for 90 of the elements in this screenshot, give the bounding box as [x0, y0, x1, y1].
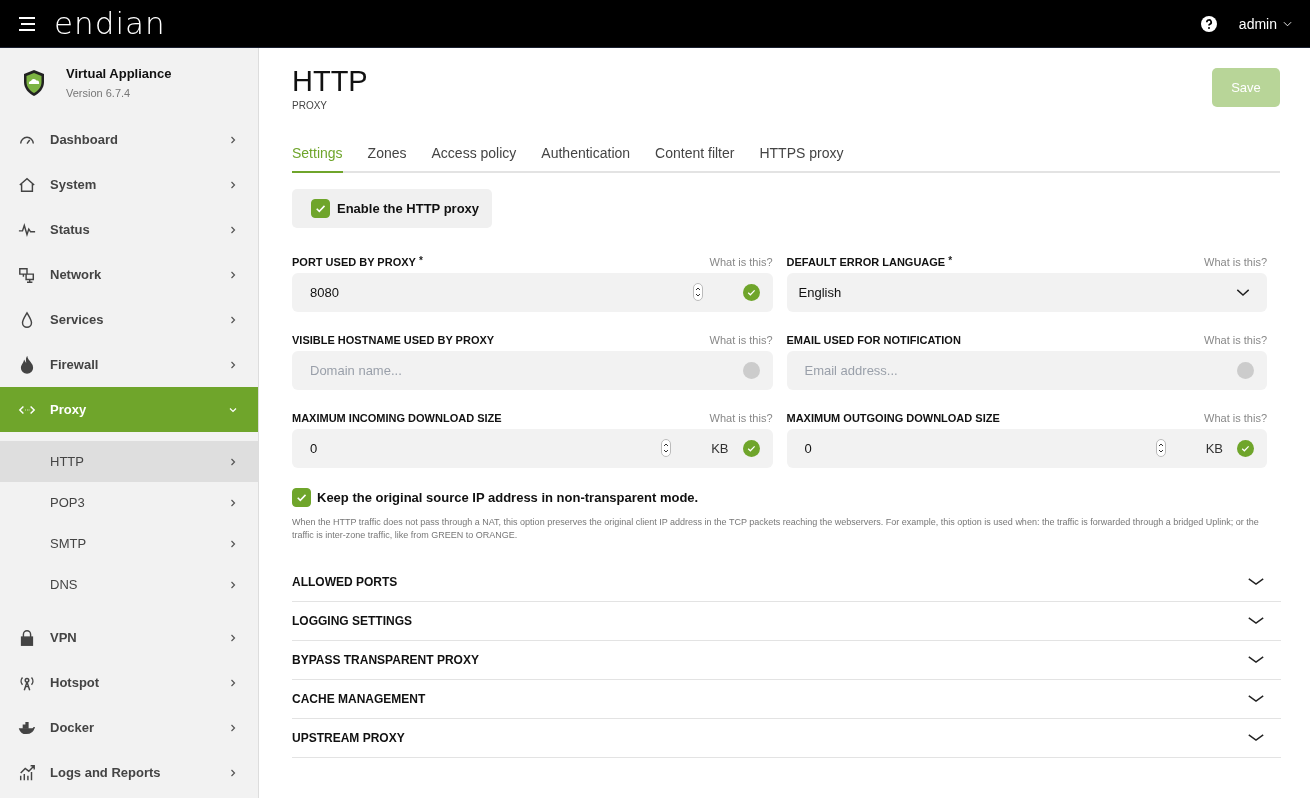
field-label: VISIBLE HOSTNAME USED BY PROXY — [292, 333, 495, 346]
required-mark: * — [418, 255, 423, 266]
input-field[interactable]: 8080 — [292, 272, 773, 312]
sidebar-subitem[interactable]: DNS — [0, 564, 258, 605]
chevron-icon — [228, 538, 238, 549]
chevron-down-icon — [1236, 287, 1250, 297]
option-description: When the HTTP traffic does not pass through a NAT, this option preserves the original client IP address in the TCP packets reaching the webservers. For example, this option is used when: the traffic is forwarded through a bridged Uplink; or the traffic is inter-zone traffic, like from GREEN to ORANGE. — [292, 515, 1260, 543]
sidebar-item[interactable]: Dashboard — [0, 117, 258, 162]
chevron-icon — [228, 497, 238, 508]
sidebar-item[interactable]: System — [0, 162, 258, 207]
chevron-down-icon — [1247, 655, 1265, 665]
user-menu[interactable]: admin — [1238, 15, 1292, 32]
tab[interactable]: HTTPS proxy — [759, 144, 844, 173]
tab[interactable]: Access policy — [431, 144, 517, 173]
sidebar-item[interactable]: VPN — [0, 615, 258, 660]
collapsible-section[interactable]: CACHE MANAGEMENT — [292, 679, 1281, 719]
collapsible-section[interactable]: BYPASS TRANSPARENT PROXY — [292, 640, 1281, 680]
field-label: MAXIMUM INCOMING DOWNLOAD SIZE — [292, 411, 502, 424]
chevron-icon — [228, 722, 238, 733]
input-value[interactable]: 0 — [308, 428, 652, 468]
chart-icon — [18, 763, 36, 782]
help-link[interactable]: What is this? — [709, 333, 773, 346]
tab[interactable]: Content filter — [655, 144, 735, 173]
field-label: DEFAULT ERROR LANGUAGE — [786, 255, 946, 268]
sidebar-item[interactable]: Services — [0, 297, 258, 342]
help-link[interactable]: What is this? — [1204, 255, 1267, 268]
shield-icon — [22, 68, 46, 97]
unit-label: KB — [1205, 440, 1223, 456]
sidebar-item[interactable]: Hotspot — [0, 660, 258, 705]
sidebar-subitem[interactable]: HTTP — [0, 441, 258, 482]
chevron-down-icon — [1247, 616, 1265, 626]
chevron-down-icon — [1247, 694, 1265, 704]
chevron-icon — [228, 179, 238, 190]
sidebar-item[interactable]: Firewall — [0, 342, 258, 387]
sidebar-item[interactable]: Status — [0, 207, 258, 252]
chevron-icon — [228, 579, 238, 590]
field-label: MAXIMUM OUTGOING DOWNLOAD SIZE — [786, 411, 1000, 424]
spinner-icon[interactable] — [1155, 439, 1166, 458]
field-label: PORT USED BY PROXY — [292, 255, 416, 268]
spinner-icon[interactable] — [692, 283, 703, 302]
help-link[interactable]: What is this? — [1204, 411, 1267, 424]
sidebar-item[interactable]: Docker — [0, 705, 258, 750]
product-version: Version 6.7.4 — [66, 87, 132, 99]
collapsible-section[interactable]: LOGGING SETTINGS — [292, 601, 1281, 641]
tab[interactable]: Authentication — [541, 144, 631, 173]
flame-icon — [18, 355, 36, 374]
help-icon[interactable] — [1200, 15, 1217, 32]
tab[interactable]: Zones — [367, 144, 407, 173]
input-value[interactable]: 0 — [802, 428, 1146, 468]
sidebar-subitem[interactable]: SMTP — [0, 523, 258, 564]
chevron-icon — [228, 359, 238, 370]
chevron-icon — [228, 314, 238, 325]
chevron-icon — [228, 134, 238, 145]
input-field[interactable]: 0 KB — [292, 428, 773, 468]
required-mark: * — [948, 255, 953, 266]
chevron-icon — [228, 456, 238, 467]
chevron-down-icon — [1247, 577, 1265, 587]
sidebar-item[interactable]: Network — [0, 252, 258, 297]
checkbox[interactable] — [292, 487, 311, 507]
help-link[interactable]: What is this? — [709, 411, 773, 424]
logo[interactable]: endian — [54, 8, 166, 39]
collapsible-section[interactable]: UPSTREAM PROXY — [292, 718, 1281, 758]
chevron-icon — [228, 677, 238, 688]
dropdown[interactable]: English — [786, 272, 1267, 312]
house-icon — [18, 175, 36, 194]
spinner-icon[interactable] — [661, 439, 672, 458]
checkbox[interactable] — [311, 198, 330, 218]
input-value[interactable]: 8080 — [308, 272, 683, 312]
collapsible-section[interactable]: ALLOWED PORTS — [292, 562, 1281, 602]
help-link[interactable]: What is this? — [709, 255, 773, 268]
chevron-icon — [228, 767, 238, 778]
product-name: Virtual Appliance — [66, 66, 172, 81]
chevron-icon — [228, 632, 238, 643]
checkbox-label[interactable]: Keep the original source IP address in non-transparent mode. — [317, 489, 699, 505]
sidebar-item[interactable]: Logs and Reports — [0, 750, 258, 795]
network-icon — [18, 265, 36, 284]
chevron-down-icon — [1247, 733, 1265, 743]
field-label: EMAIL USED FOR NOTIFICATION — [786, 333, 961, 346]
chevron-icon — [228, 269, 238, 280]
page-subtitle: PROXY — [292, 99, 328, 111]
page-title: HTTP — [292, 66, 368, 98]
chevron-icon — [228, 224, 238, 235]
unit-label: KB — [711, 440, 729, 456]
enable-toggle[interactable]: Enable the HTTP proxy — [292, 188, 492, 228]
sidebar-subitem[interactable]: POP3 — [0, 482, 258, 523]
input-field[interactable]: 0 KB — [786, 428, 1267, 468]
caret-icon — [1283, 20, 1292, 27]
lock-icon — [18, 628, 36, 647]
menu-icon[interactable] — [18, 16, 36, 31]
help-link[interactable]: What is this? — [1204, 333, 1267, 346]
